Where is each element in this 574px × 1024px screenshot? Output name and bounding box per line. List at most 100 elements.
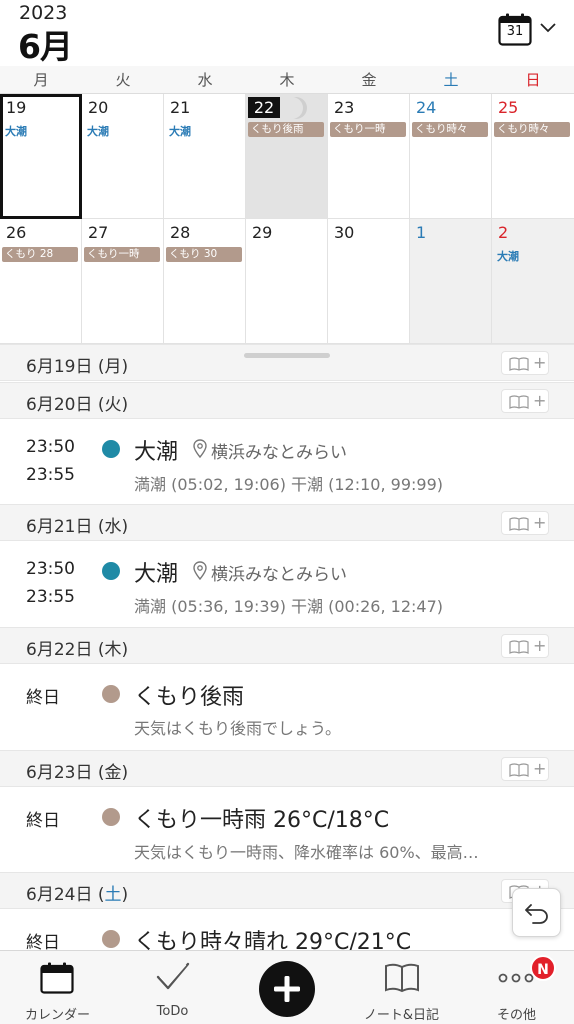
calendar-view-switch-button[interactable]: 31 xyxy=(498,13,560,49)
day-header[interactable]: 6月24日 (土) + xyxy=(0,872,574,909)
week-row: 19 大潮 20 大潮 21 大潮 22 くもり後雨 23 くもり一時 24 く… xyxy=(0,94,574,219)
event-title: くもり時々晴れ 29°C/21°C xyxy=(134,930,412,950)
calendar-icon: 31 xyxy=(498,13,532,46)
day-cell[interactable]: 20 大潮 xyxy=(82,94,164,219)
day-header[interactable]: 6月20日 (火) + xyxy=(0,382,574,419)
drag-handle[interactable] xyxy=(244,353,330,358)
day-number: 1 xyxy=(416,223,427,242)
add-note-button[interactable]: + xyxy=(501,757,549,781)
day-cell-today[interactable]: 22 くもり後雨 xyxy=(246,94,328,219)
event-title: 大潮 xyxy=(134,440,179,465)
weather-chip: くもり後雨 xyxy=(248,122,324,137)
day-cell-selected[interactable]: 19 大潮 xyxy=(0,94,82,219)
weather-chip: くもり一時 xyxy=(330,122,406,137)
tab-todo[interactable]: ToDo xyxy=(115,951,230,1024)
day-number: 20 xyxy=(88,98,109,117)
new-badge: N xyxy=(530,955,556,981)
add-note-button[interactable]: + xyxy=(501,389,549,413)
event-item[interactable]: 23:50 23:55 大潮 横浜みなとみらい 満潮 (05:36, 19:39… xyxy=(0,541,574,627)
day-number: 29 xyxy=(252,223,273,242)
day-cell-next-month[interactable]: 2 大潮 xyxy=(492,219,574,344)
day-header-label: 6月19日 (月) xyxy=(26,357,129,377)
day-cell-next-month[interactable]: 1 xyxy=(410,219,492,344)
weekday-label: 金 xyxy=(361,71,377,89)
day-header[interactable]: 6月22日 (木) + xyxy=(0,627,574,664)
header: 2023 6月 31 xyxy=(0,0,574,66)
day-cell[interactable]: 27 くもり一時 xyxy=(82,219,164,344)
event-start-time: 23:50 xyxy=(26,437,75,457)
tab-label: その他 xyxy=(496,1008,536,1023)
plus-icon: + xyxy=(533,636,547,655)
day-number: 28 xyxy=(170,223,191,242)
weekday-label: 月 xyxy=(33,71,49,89)
event-location: 横浜みなとみらい xyxy=(211,565,347,585)
weekday-label-saturday: 土 xyxy=(443,71,459,89)
plus-icon: + xyxy=(533,353,547,372)
day-number: 25 xyxy=(498,98,519,117)
add-note-button[interactable]: + xyxy=(501,634,549,658)
weekday-row: 月 火 水 木 金 土 日 xyxy=(0,66,574,94)
event-item[interactable]: 終日 くもり時々晴れ 29°C/21°C xyxy=(0,909,574,950)
event-detail: 満潮 (05:36, 19:39) 干潮 (00:26, 12:47) xyxy=(134,597,444,616)
book-icon xyxy=(509,357,529,371)
day-header[interactable]: 6月21日 (水) + xyxy=(0,504,574,541)
day-number: 27 xyxy=(88,223,109,242)
location-pin-icon xyxy=(193,439,207,458)
day-header-label: 6月20日 (火) xyxy=(26,395,129,415)
day-cell[interactable]: 21 大潮 xyxy=(164,94,246,219)
tab-notes-diary[interactable]: ノート&日記 xyxy=(344,951,459,1024)
day-cell[interactable]: 28 くもり 30 xyxy=(164,219,246,344)
add-note-button[interactable]: + xyxy=(501,511,549,535)
day-number: 30 xyxy=(334,223,355,242)
day-cell[interactable]: 24 くもり時々 xyxy=(410,94,492,219)
event-item[interactable]: 終日 くもり一時雨 26°C/18°C 天気はくもり一時雨、降水確率は 60%、… xyxy=(0,787,574,873)
add-event-button[interactable] xyxy=(259,961,315,1017)
book-icon xyxy=(509,395,529,409)
plus-icon: + xyxy=(533,759,547,778)
tab-bar: カレンダー ToDo ノート&日記 その他 N xyxy=(0,950,574,1024)
calendar-color-dot xyxy=(102,562,120,580)
event-all-day: 終日 xyxy=(26,811,60,831)
calendar-icon-day: 31 xyxy=(506,24,524,39)
undo-button[interactable] xyxy=(512,888,561,937)
weekday-label-sunday: 日 xyxy=(525,71,541,89)
day-header-close: ) xyxy=(121,885,129,905)
event-title: くもり一時雨 26°C/18°C xyxy=(134,808,390,833)
day-header-label: 6月22日 (木) xyxy=(26,640,129,660)
weather-chip: くもり 30 xyxy=(166,247,242,262)
chevron-down-icon xyxy=(540,23,556,33)
calendar-icon xyxy=(40,962,74,994)
event-all-day: 終日 xyxy=(26,933,60,950)
day-number: 26 xyxy=(6,223,27,242)
event-item[interactable]: 終日 くもり後雨 天気はくもり後雨でしょう。 xyxy=(0,664,574,750)
tab-more[interactable]: その他 xyxy=(459,951,574,1024)
month-title[interactable]: 6月 xyxy=(18,20,73,68)
agenda-list[interactable]: 6月19日 (月) + 6月20日 (火) + 23:50 23:55 大潮 横… xyxy=(0,344,574,950)
day-header-weekday-saturday: 土 xyxy=(104,885,122,905)
day-number: 21 xyxy=(170,98,191,117)
tide-label: 大潮 xyxy=(497,250,519,263)
day-cell[interactable]: 30 xyxy=(328,219,410,344)
day-cell[interactable]: 23 くもり一時 xyxy=(328,94,410,219)
weather-chip: くもり時々 xyxy=(412,122,488,137)
book-icon xyxy=(509,763,529,777)
event-item[interactable]: 23:50 23:55 大潮 横浜みなとみらい 満潮 (05:02, 19:06… xyxy=(0,419,574,505)
day-header-label: 6月24日 (土) xyxy=(26,880,128,905)
day-header[interactable]: 6月19日 (月) + xyxy=(0,344,574,381)
day-cell[interactable]: 29 xyxy=(246,219,328,344)
calendar-color-dot xyxy=(102,930,120,948)
weekday-label: 木 xyxy=(279,71,295,89)
calendar-color-dot xyxy=(102,808,120,826)
event-detail: 満潮 (05:02, 19:06) 干潮 (12:10, 99:99) xyxy=(134,475,444,494)
checkmark-icon xyxy=(156,962,190,990)
tide-label: 大潮 xyxy=(5,125,27,138)
add-note-button[interactable]: + xyxy=(501,351,549,375)
day-cell[interactable]: 26 くもり 28 xyxy=(0,219,82,344)
event-location: 横浜みなとみらい xyxy=(211,443,347,463)
tab-calendar[interactable]: カレンダー xyxy=(0,951,115,1024)
location-pin-icon xyxy=(193,561,207,580)
tab-label: ノート&日記 xyxy=(363,1008,440,1023)
day-cell[interactable]: 25 くもり時々 xyxy=(492,94,574,219)
tab-label: カレンダー xyxy=(24,1008,90,1023)
day-header[interactable]: 6月23日 (金) + xyxy=(0,750,574,787)
